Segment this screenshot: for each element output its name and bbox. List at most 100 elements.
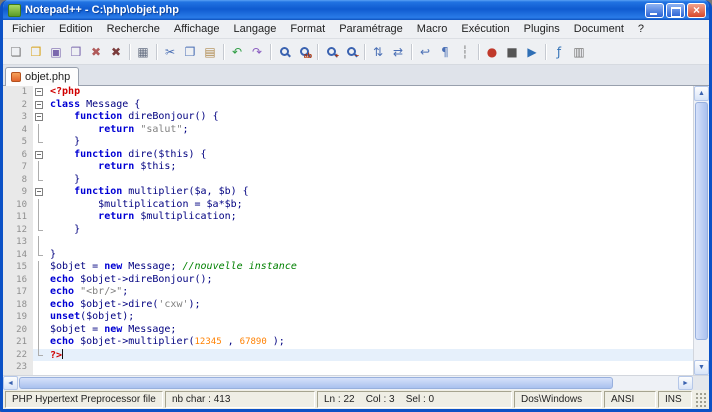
new-file-icon[interactable]: ❏ bbox=[6, 42, 26, 62]
menu-format[interactable]: Format bbox=[283, 21, 332, 37]
code-line[interactable]: 8 } bbox=[3, 173, 693, 186]
code-line[interactable]: 4 return "salut"; bbox=[3, 123, 693, 136]
code-line[interactable]: 7 return $this; bbox=[3, 161, 693, 174]
minimize-button[interactable] bbox=[645, 2, 664, 18]
code-line[interactable]: 19 unset($objet); bbox=[3, 311, 693, 324]
open-folder-icon[interactable]: ❒ bbox=[26, 42, 46, 62]
fold-box-marker[interactable] bbox=[33, 86, 46, 99]
menu-edition[interactable]: Edition bbox=[52, 21, 100, 37]
code-line[interactable]: 1 <?php bbox=[3, 86, 693, 99]
fold-end-marker bbox=[33, 173, 46, 186]
fold-line-marker bbox=[33, 298, 46, 311]
play-macro-icon[interactable]: ▶ bbox=[522, 42, 542, 62]
save-icon[interactable]: ▣ bbox=[46, 42, 66, 62]
fold-box-marker[interactable] bbox=[33, 98, 46, 111]
code-line[interactable]: 22 ?> bbox=[3, 348, 693, 361]
line-number: 21 bbox=[16, 337, 27, 347]
line-number: 17 bbox=[16, 287, 27, 297]
function-list-icon[interactable]: ƒ bbox=[549, 42, 569, 62]
code-line[interactable]: 20 $objet = new Message; bbox=[3, 323, 693, 336]
scroll-right-icon[interactable]: ► bbox=[678, 376, 693, 390]
document-map-icon[interactable]: ▥ bbox=[569, 42, 589, 62]
vertical-scroll-thumb[interactable] bbox=[695, 102, 708, 341]
menu-help[interactable]: ? bbox=[631, 21, 651, 37]
resize-grip[interactable] bbox=[694, 391, 707, 408]
scroll-down-icon[interactable]: ▼ bbox=[694, 360, 709, 375]
zoom-in-icon[interactable]: + bbox=[321, 42, 341, 62]
code-line[interactable]: 21 echo $objet->multiplier(12345, 67890); bbox=[3, 336, 693, 349]
fold-box-marker[interactable] bbox=[33, 148, 46, 161]
code-text: $multiplication = $a*$b; bbox=[50, 198, 243, 210]
status-eol-format[interactable]: Dos\Windows bbox=[514, 391, 602, 408]
show-all-characters-icon[interactable]: ¶ bbox=[435, 42, 455, 62]
code-line[interactable]: 10 $multiplication = $a*$b; bbox=[3, 198, 693, 211]
code-line[interactable]: 9 function multiplier($a, $b) { bbox=[3, 186, 693, 199]
code-line[interactable]: 17 echo "<br/>"; bbox=[3, 286, 693, 299]
close-button[interactable] bbox=[687, 2, 706, 18]
scroll-up-icon[interactable]: ▲ bbox=[694, 86, 709, 101]
code-line[interactable]: 11 return $multiplication; bbox=[3, 211, 693, 224]
zoom-out-icon[interactable]: − bbox=[341, 42, 361, 62]
fold-line-marker bbox=[33, 261, 46, 274]
fold-line-marker bbox=[33, 336, 46, 349]
vertical-scroll-track[interactable] bbox=[694, 101, 709, 360]
record-macro-icon[interactable]: ● bbox=[482, 42, 502, 62]
title-bar[interactable]: Notepad++ - C:\php\objet.php bbox=[3, 0, 709, 20]
vertical-scrollbar[interactable]: ▲ ▼ bbox=[693, 86, 709, 375]
menu-recherche[interactable]: Recherche bbox=[100, 21, 167, 37]
code-line[interactable]: 5 } bbox=[3, 136, 693, 149]
find-icon[interactable] bbox=[274, 42, 294, 62]
close-file-icon[interactable]: ✖ bbox=[86, 42, 106, 62]
code-line[interactable]: 2 class Message { bbox=[3, 98, 693, 111]
redo-icon[interactable]: ↷ bbox=[247, 42, 267, 62]
find-replace-icon[interactable]: ab bbox=[294, 42, 314, 62]
code-line[interactable]: 23 bbox=[3, 361, 693, 374]
sync-vertical-scroll-icon[interactable]: ⇅ bbox=[368, 42, 388, 62]
indent-guide-icon[interactable]: ┆ bbox=[455, 42, 475, 62]
menu-affichage[interactable]: Affichage bbox=[167, 21, 227, 37]
horizontal-scroll-track[interactable] bbox=[18, 376, 678, 390]
sync-horizontal-scroll-icon[interactable]: ⇄ bbox=[388, 42, 408, 62]
code-text: class Message { bbox=[50, 98, 141, 110]
horizontal-scrollbar[interactable]: ◄ ► bbox=[3, 376, 693, 390]
code-text: return $this; bbox=[98, 161, 177, 172]
word-wrap-icon[interactable]: ↩ bbox=[415, 42, 435, 62]
print-icon[interactable]: ▦ bbox=[133, 42, 153, 62]
code-line[interactable]: 18 echo $objet->dire('cxw'); bbox=[3, 298, 693, 311]
copy-icon[interactable]: ❐ bbox=[180, 42, 200, 62]
code-line[interactable]: 6 function dire($this) { bbox=[3, 148, 693, 161]
horizontal-scroll-thumb[interactable] bbox=[19, 377, 613, 389]
tab-file[interactable]: objet.php bbox=[5, 67, 80, 86]
menu-langage[interactable]: Langage bbox=[227, 21, 284, 37]
menu-macro[interactable]: Macro bbox=[410, 21, 455, 37]
code-line[interactable]: 12 } bbox=[3, 223, 693, 236]
close-all-icon[interactable]: ✖ bbox=[106, 42, 126, 62]
scroll-left-icon[interactable]: ◄ bbox=[3, 376, 18, 390]
fold-box-marker[interactable] bbox=[33, 111, 46, 124]
menu-paramétrage[interactable]: Paramétrage bbox=[332, 21, 410, 37]
code-line[interactable]: 16 echo $objet->direBonjour(); bbox=[3, 273, 693, 286]
menu-plugins[interactable]: Plugins bbox=[517, 21, 567, 37]
status-encoding[interactable]: ANSI bbox=[604, 391, 656, 408]
stop-record-icon[interactable]: ■ bbox=[502, 42, 522, 62]
paste-icon[interactable]: ▤ bbox=[200, 42, 220, 62]
code-line[interactable]: 14} bbox=[3, 248, 693, 261]
maximize-button[interactable] bbox=[666, 2, 685, 18]
save-all-icon[interactable]: ❒ bbox=[66, 42, 86, 62]
code-text: $objet = new Message; bbox=[50, 323, 177, 335]
code-line[interactable]: 13 bbox=[3, 236, 693, 249]
code-line[interactable]: 15 $objet = new Message; //nouvelle insta… bbox=[3, 261, 693, 274]
fold-box-marker[interactable] bbox=[33, 186, 46, 199]
cut-icon[interactable]: ✂ bbox=[160, 42, 180, 62]
menu-document[interactable]: Document bbox=[567, 21, 631, 37]
tab-bar: objet.php bbox=[3, 65, 709, 86]
code-line[interactable]: 3 function direBonjour() { bbox=[3, 111, 693, 124]
status-typing-mode[interactable]: INS bbox=[658, 391, 692, 408]
menu-fichier[interactable]: Fichier bbox=[5, 21, 52, 37]
undo-icon[interactable]: ↶ bbox=[227, 42, 247, 62]
code-text: echo "<br/>"; bbox=[50, 286, 129, 297]
code-editor[interactable]: 1 <?php 2 class Message {3 function direBon… bbox=[3, 86, 693, 375]
menu-exécution[interactable]: Exécution bbox=[454, 21, 516, 37]
toolbar-separator bbox=[545, 43, 546, 60]
